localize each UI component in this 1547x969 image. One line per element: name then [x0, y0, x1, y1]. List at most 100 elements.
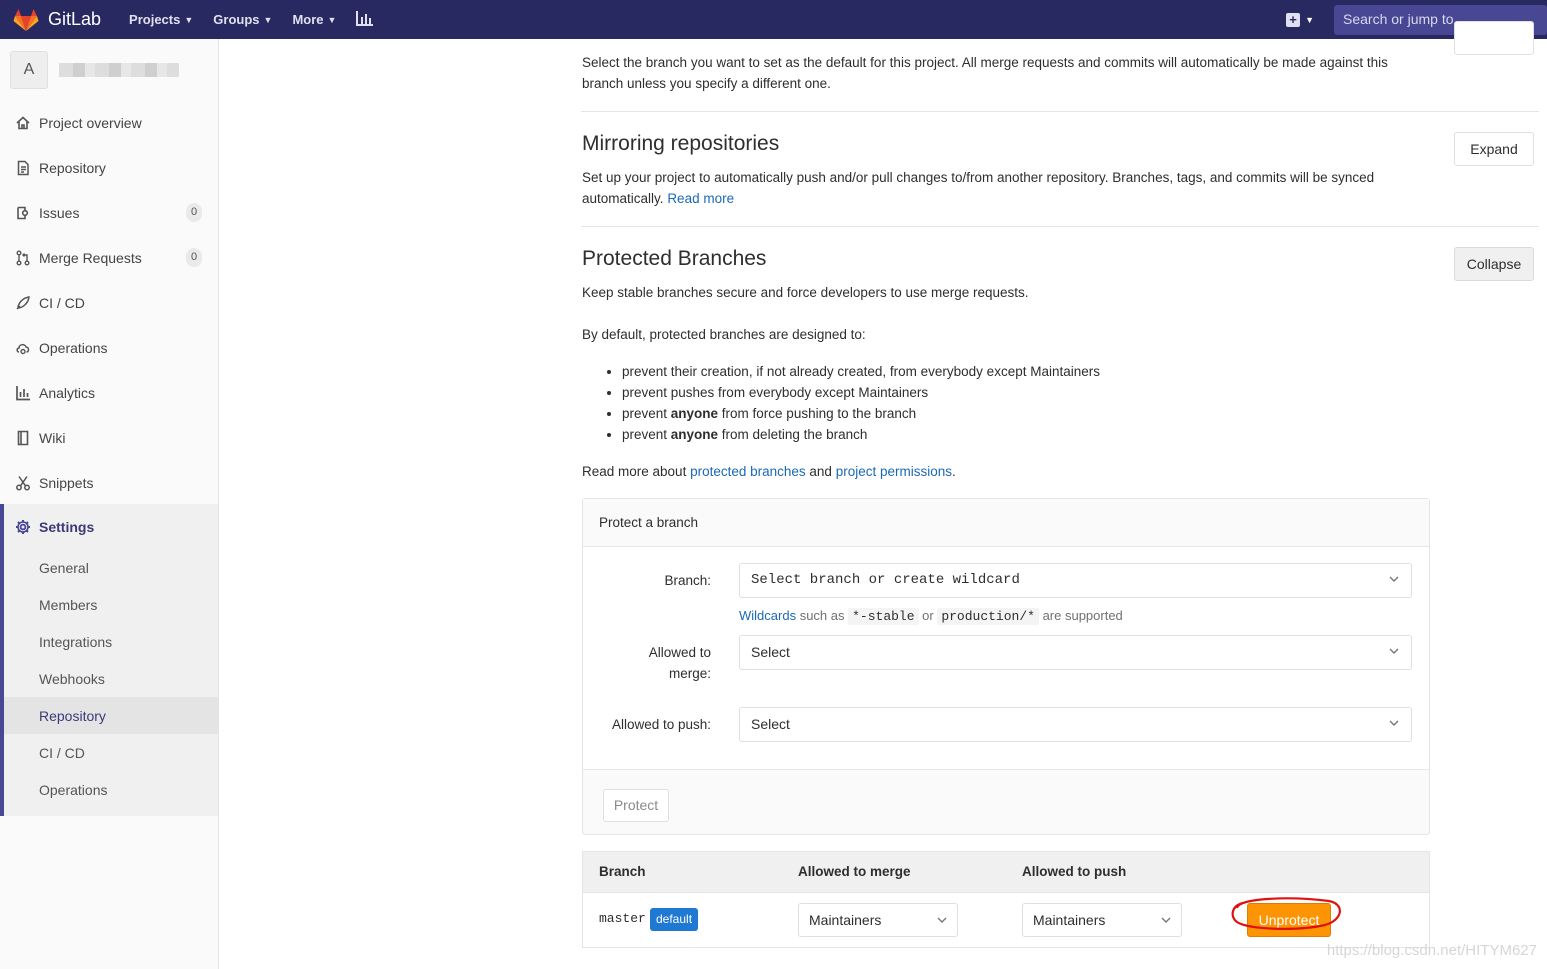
rule-text: prevent pushes from everybody except Mai…	[622, 385, 929, 400]
push-select-value: Select	[751, 716, 790, 732]
settings-sub-general[interactable]: General	[4, 549, 218, 586]
protected-branches-title: Protected Branches	[582, 247, 767, 270]
mirroring-expand-button[interactable]: Expand	[1454, 132, 1534, 166]
mirroring-read-more-link[interactable]: Read more	[667, 191, 734, 206]
hint-text: or	[918, 608, 938, 623]
settings-sub-repository[interactable]: Repository	[4, 697, 218, 734]
chevron-down-icon	[937, 917, 947, 923]
sidebar-item-label: Project overview	[39, 114, 142, 131]
nav-groups[interactable]: Groups ▼	[213, 12, 272, 27]
default-branch-description: Select the branch you want to set as the…	[582, 55, 1388, 91]
sidebar-item-issues[interactable]: Issues 0	[0, 190, 218, 235]
sidebar-item-analytics[interactable]: Analytics	[0, 370, 218, 415]
settings-sub-webhooks[interactable]: Webhooks	[4, 660, 218, 697]
home-icon	[15, 115, 31, 131]
chevron-down-icon	[1389, 720, 1399, 726]
project-permissions-link[interactable]: project permissions	[836, 464, 952, 479]
rule-text: prevent	[622, 406, 671, 421]
new-dropdown-button[interactable]: + ▼	[1286, 12, 1314, 27]
list-item: prevent anyone from deleting the branch	[622, 424, 1539, 445]
protected-branches-link[interactable]: protected branches	[690, 464, 806, 479]
chevron-down-icon: ▼	[263, 14, 273, 25]
sidebar-item-label: CI / CD	[39, 294, 85, 311]
mirroring-title: Mirroring repositories	[582, 132, 780, 155]
book-icon	[15, 430, 31, 446]
allowed-to-merge-select[interactable]: Select	[739, 635, 1412, 670]
brand-name: GitLab	[48, 9, 102, 29]
rocket-icon	[15, 295, 31, 311]
section-divider	[581, 226, 1539, 227]
chevron-down-icon: ▼	[327, 14, 337, 25]
merge-request-icon	[15, 250, 31, 266]
protected-rules-list: prevent their creation, if not already c…	[582, 361, 1539, 445]
column-header-branch: Branch	[599, 864, 646, 879]
gitlab-logo[interactable]: GitLab	[13, 8, 101, 32]
rule-text: from force pushing to the branch	[718, 406, 917, 421]
sidebar-item-project-overview[interactable]: Project overview	[0, 100, 218, 145]
unprotect-button[interactable]: Unprotect	[1247, 903, 1331, 937]
panel-body: Branch: Select branch or create wildcard…	[583, 547, 1429, 770]
row-push-select[interactable]: Maintainers	[1022, 903, 1182, 937]
settings-section: Settings General Members Integrations We…	[0, 504, 218, 816]
chevron-down-icon	[1389, 648, 1399, 654]
sidebar-item-settings[interactable]: Settings	[4, 504, 94, 549]
nav-projects[interactable]: Projects ▼	[129, 12, 193, 27]
sidebar-item-merge-requests[interactable]: Merge Requests 0	[0, 235, 218, 280]
protect-button[interactable]: Protect	[603, 789, 669, 822]
allowed-to-push-label: Allowed to push:	[611, 717, 711, 732]
column-header-allowed-to-push: Allowed to push	[1022, 864, 1127, 879]
read-more-and: and	[805, 464, 836, 479]
chart-icon	[15, 385, 31, 401]
settings-sub-integrations[interactable]: Integrations	[4, 623, 218, 660]
branch-name: master	[599, 911, 646, 926]
branch-select[interactable]: Select branch or create wildcard	[739, 563, 1412, 598]
settings-sub-ci-cd[interactable]: CI / CD	[4, 734, 218, 771]
sidebar-item-label: Snippets	[39, 474, 94, 491]
nav-more[interactable]: More ▼	[292, 12, 336, 27]
bar-chart-icon[interactable]	[356, 10, 374, 29]
chevron-down-icon: ▼	[184, 14, 194, 25]
rule-text: prevent their creation, if not already c…	[622, 364, 1100, 379]
row-merge-select[interactable]: Maintainers	[798, 903, 958, 937]
table-row: master default Maintainers Maintainers U…	[583, 893, 1429, 947]
file-icon	[15, 160, 31, 176]
rule-emphasis: anyone	[670, 427, 719, 442]
protected-branches-table: Branch Allowed to merge Allowed to push …	[582, 851, 1430, 948]
chevron-down-icon: ▼	[1305, 14, 1314, 25]
read-more-period: .	[951, 464, 956, 479]
panel-header: Protect a branch	[583, 499, 1429, 547]
merge-select-value: Select	[751, 644, 790, 660]
issues-count-badge: 0	[186, 203, 202, 222]
allowed-to-push-select[interactable]: Select	[739, 707, 1412, 742]
hint-text: such as	[796, 608, 849, 623]
protected-collapse-button[interactable]: Collapse	[1454, 247, 1534, 281]
sidebar-item-operations[interactable]: Operations	[0, 325, 218, 370]
gear-icon	[15, 519, 31, 535]
wildcards-link[interactable]: Wildcards	[739, 608, 796, 623]
allowed-to-merge-label: Allowed to merge:	[648, 645, 711, 681]
sidebar-item-label: Issues	[39, 204, 80, 221]
plus-square-icon: +	[1286, 12, 1301, 27]
sidebar-item-snippets[interactable]: Snippets	[0, 460, 218, 505]
rule-text: from deleting the branch	[718, 427, 868, 442]
settings-sub-operations[interactable]: Operations	[4, 771, 218, 808]
sidebar-item-label: Analytics	[39, 384, 96, 401]
nav-groups-label: Groups	[213, 12, 260, 27]
main-content: Select the branch you want to set as the…	[219, 21, 1547, 969]
gitlab-tanuki-icon	[13, 8, 39, 31]
sidebar-item-ci-cd[interactable]: CI / CD	[0, 280, 218, 325]
merge-requests-count-badge: 0	[186, 248, 202, 267]
project-header[interactable]: A	[0, 39, 218, 101]
sidebar-item-wiki[interactable]: Wiki	[0, 415, 218, 460]
protected-description: Keep stable branches secure and force de…	[582, 285, 1029, 300]
cloud-gear-icon	[15, 340, 31, 356]
read-more-line: Read more about protected branches and p…	[582, 461, 1539, 482]
settings-sub-members[interactable]: Members	[4, 586, 218, 623]
top-navbar: GitLab Projects ▼ Groups ▼ More ▼ + ▼ Se…	[0, 0, 1547, 39]
branch-label: Branch:	[664, 573, 711, 588]
sidebar-item-repository[interactable]: Repository	[0, 145, 218, 190]
sidebar-item-label: Merge Requests	[39, 249, 142, 266]
nav-projects-label: Projects	[129, 12, 181, 27]
default-branch-expand-button[interactable]	[1454, 21, 1534, 55]
hint-text: are supported	[1038, 608, 1123, 623]
